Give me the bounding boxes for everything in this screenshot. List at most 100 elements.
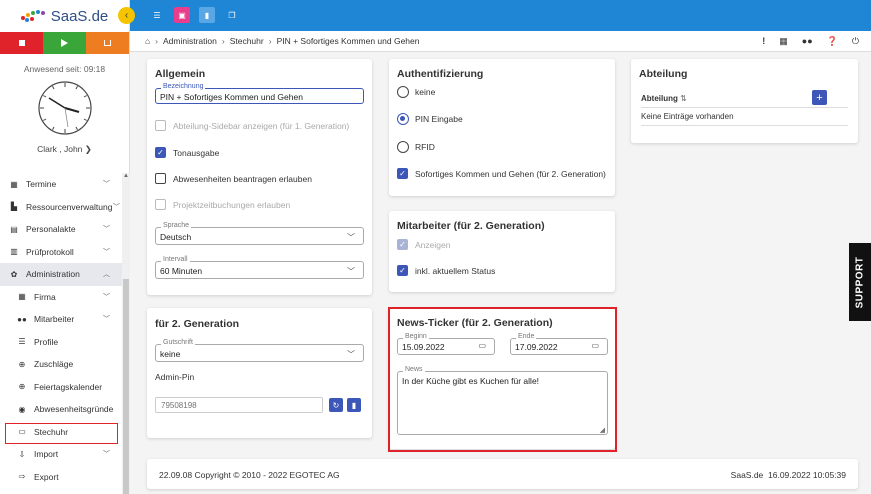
intervall-select[interactable]: Intervall 60 Minuten ﹀ xyxy=(155,256,364,279)
field-label: Gutschrift xyxy=(161,339,195,346)
sidebar-item-administration[interactable]: ✿ Administration ︿ xyxy=(0,263,122,286)
save-button[interactable]: ▣ xyxy=(174,7,190,23)
check-icon: ✓ xyxy=(155,147,166,158)
grid-icon[interactable]: ▦ xyxy=(779,36,788,47)
bezeichnung-field[interactable]: Bezeichnung PIN + Sofortiges Kommen und … xyxy=(155,83,364,104)
sidebar-item-label: Prüfprotokoll xyxy=(26,246,74,257)
scrollbar-thumb[interactable] xyxy=(123,279,129,494)
sidebar-collapse-button[interactable]: ‹ xyxy=(118,7,135,24)
sidebar-item-personalakte[interactable]: ▤ Personalakte ﹀ xyxy=(0,218,122,241)
checkbox-anzeigen[interactable]: ✓ Anzeigen xyxy=(397,239,450,250)
card-title: Mitarbeiter (für 2. Generation) xyxy=(397,220,545,232)
top-bar: ☰ ▣ ▮ ❐ xyxy=(130,0,871,31)
breadcrumb-item[interactable]: Stechuhr xyxy=(230,36,264,46)
sidebar-item-label: Ressourcenverwaltung xyxy=(26,201,113,212)
analog-clock xyxy=(37,81,92,135)
sidebar-item-label: Firma xyxy=(34,291,56,302)
footer-timestamp: SaaS.de 16.09.2022 10:05:39 xyxy=(730,470,846,480)
checkbox-abteilung-sidebar[interactable]: Abteilung-Sidebar anzeigen (für 1. Gener… xyxy=(155,120,349,131)
power-icon[interactable]: ⏻ xyxy=(852,36,859,47)
delete-button[interactable]: ▮ xyxy=(199,7,215,23)
help-icon[interactable]: ❓ xyxy=(827,36,838,47)
footer: 22.09.08 Copyright © 2010 - 2022 EGOTEC … xyxy=(147,459,858,489)
checkbox-label: Anzeigen xyxy=(415,239,451,250)
stop-icon xyxy=(18,40,25,46)
sidebar-item-zuschlaege[interactable]: ⊕ Zuschläge xyxy=(0,353,122,376)
support-tab[interactable]: SUPPORT xyxy=(849,243,871,321)
stop-button[interactable] xyxy=(0,32,43,54)
sidebar-item-profile[interactable]: ☰ Profile xyxy=(0,331,122,354)
card-title: Authentifizierung xyxy=(397,68,484,80)
alert-icon[interactable]: ! xyxy=(762,36,765,47)
globe-icon: ⊕ xyxy=(18,382,26,392)
checkbox-label: Abwesenheiten beantragen erlauben xyxy=(173,173,312,184)
list-button[interactable]: ☰ xyxy=(149,7,165,23)
checkbox-projektzeit[interactable]: Projektzeitbuchungen erlauben xyxy=(155,199,290,210)
radio-keine[interactable]: keine xyxy=(397,86,435,98)
card-title: Allgemein xyxy=(155,68,206,80)
sidebar-item-import[interactable]: ⇩ Import ﹀ xyxy=(0,443,122,466)
refresh-icon: ↻ xyxy=(332,400,340,410)
admin-pin-input[interactable] xyxy=(155,397,323,413)
sidebar-item-label: Mitarbeiter xyxy=(34,314,75,325)
add-abteilung-button[interactable]: + xyxy=(812,90,827,105)
card-allgemein: Allgemein Bezeichnung PIN + Sofortiges K… xyxy=(147,59,372,295)
home-icon[interactable]: ⌂ xyxy=(145,36,150,46)
refresh-pin-button[interactable]: ↻ xyxy=(329,398,343,412)
sidebar-item-abwesenheitsgruende[interactable]: ◉ Abwesenheitsgründe xyxy=(0,398,122,421)
sidebar-nav: ▦ Termine ﹀ ▙ Ressourcenverwaltung ﹀ ▤ Person… xyxy=(0,173,122,488)
check-icon: ✓ xyxy=(397,168,408,179)
field-label: Sprache xyxy=(161,222,192,229)
sidebar-item-pruefprotokoll[interactable]: ▥ Prüfprotokoll ﹀ xyxy=(0,241,122,264)
delete-pin-button[interactable]: ▮ xyxy=(347,398,361,412)
coffee-icon xyxy=(104,40,111,46)
breadcrumb-item[interactable]: Administration xyxy=(163,36,217,46)
logo[interactable]: SaaS.de xyxy=(0,0,129,32)
card-title: für 2. Generation xyxy=(155,318,240,330)
column-label: Abteilung xyxy=(641,94,678,103)
radio-selected-icon xyxy=(397,113,409,125)
chevron-down-icon: ﹀ xyxy=(113,203,120,211)
sidebar-item-stechuhr[interactable]: ▭ Stechuhr xyxy=(0,421,122,444)
pause-button[interactable] xyxy=(86,32,129,54)
sidebar-item-feiertagskalender[interactable]: ⊕ Feiertagskalender xyxy=(0,376,122,399)
chevron-up-icon: ︿ xyxy=(103,271,110,279)
gutschrift-select[interactable]: Gutschrift keine ﹀ xyxy=(155,339,364,362)
check-icon: ✓ xyxy=(397,265,408,276)
user-menu[interactable]: Clark , John ❯ xyxy=(0,144,129,155)
sidebar-scrollbar[interactable]: ▲ xyxy=(122,173,130,494)
field-value: 60 Minuten xyxy=(160,266,203,276)
checkbox-status[interactable]: ✓ inkl. aktuellem Status xyxy=(397,265,495,276)
calendar-icon: ▦ xyxy=(10,179,18,189)
chevron-down-icon: ﹀ xyxy=(103,293,110,301)
field-label: Intervall xyxy=(161,256,190,263)
sidebar-item-termine[interactable]: ▦ Termine ﹀ xyxy=(0,173,122,196)
copy-button[interactable]: ❐ xyxy=(224,7,240,23)
chevron-down-icon: ﹀ xyxy=(347,267,355,276)
logo-mark xyxy=(20,10,47,22)
abteilung-column-header[interactable]: Abteilung ⇅ xyxy=(641,94,687,103)
anwesend-text: Anwesend seit: 09:18 xyxy=(23,64,106,74)
sidebar-item-label: Administration xyxy=(26,269,80,280)
play-button[interactable] xyxy=(43,32,86,54)
sidebar-item-firma[interactable]: ▦ Firma ﹀ xyxy=(0,286,122,309)
field-value: PIN + Sofortiges Kommen und Gehen xyxy=(160,92,303,102)
news-highlight xyxy=(388,307,617,452)
list-icon: ☰ xyxy=(153,10,161,20)
radio-rfid[interactable]: RFID xyxy=(397,141,435,153)
breadcrumb-item: PIN + Sofortiges Kommen und Gehen xyxy=(276,36,420,46)
checkbox-label: Sofortiges Kommen und Gehen (für 2. Gene… xyxy=(415,168,606,179)
sidebar-item-mitarbeiter[interactable]: ●● Mitarbeiter ﹀ xyxy=(0,308,122,331)
sidebar-item-label: Import xyxy=(34,449,59,460)
checkbox-sofortiges[interactable]: ✓ Sofortiges Kommen und Gehen (für 2. Gen… xyxy=(397,168,606,179)
radio-pin[interactable]: PIN Eingabe xyxy=(397,113,463,125)
sidebar-item-ressourcen[interactable]: ▙ Ressourcenverwaltung ﹀ xyxy=(0,196,122,219)
checkbox-tonausgabe[interactable]: ✓ Tonausgabe xyxy=(155,147,219,158)
sort-icon: ⇅ xyxy=(680,94,687,103)
sidebar-item-export[interactable]: ⇨ Export xyxy=(0,466,122,489)
checkbox-abwesenheiten[interactable]: Abwesenheiten beantragen erlauben xyxy=(155,173,312,184)
field-value: Deutsch xyxy=(160,232,192,242)
users-icon[interactable]: ●● xyxy=(802,36,813,47)
sprache-select[interactable]: Sprache Deutsch ﹀ xyxy=(155,222,364,245)
sidebar-item-label: Feiertagskalender xyxy=(34,381,103,392)
